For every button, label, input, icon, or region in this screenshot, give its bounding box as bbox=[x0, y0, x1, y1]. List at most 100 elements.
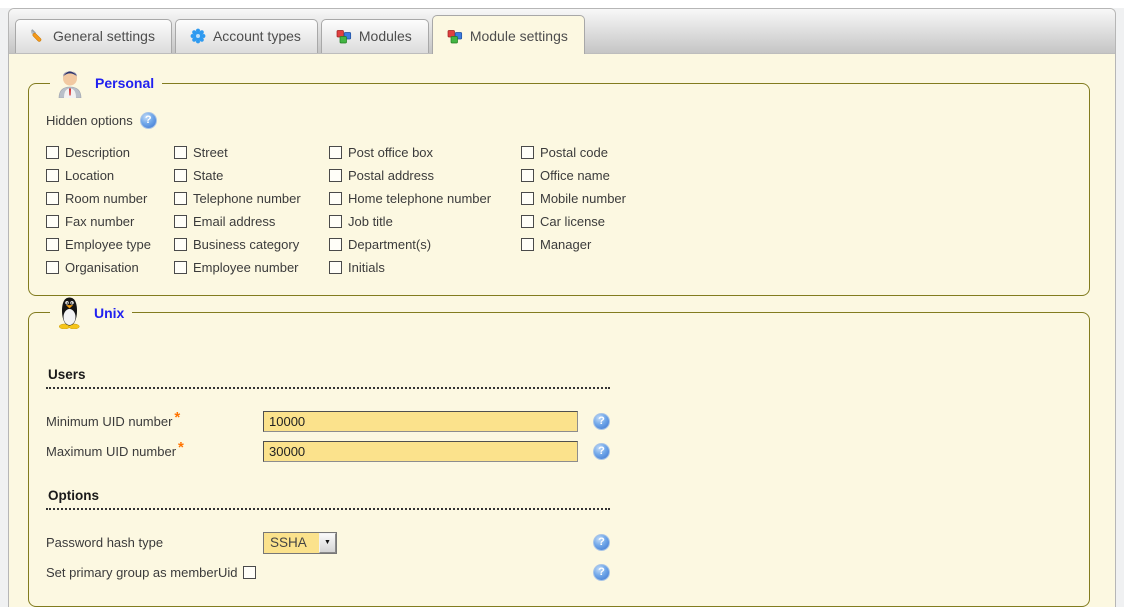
tab-label: Account types bbox=[213, 28, 301, 44]
hidden-option-checkbox[interactable] bbox=[329, 215, 342, 228]
hidden-option-label: Job title bbox=[348, 214, 393, 229]
hidden-option-checkbox[interactable] bbox=[329, 192, 342, 205]
hidden-option-checkbox[interactable] bbox=[174, 146, 187, 159]
tab-module-settings[interactable]: Module settings bbox=[432, 15, 585, 54]
hidden-option-checkbox[interactable] bbox=[174, 238, 187, 251]
required-asterisk: * bbox=[178, 439, 184, 456]
field-label: Minimum UID number* bbox=[46, 413, 263, 430]
hidden-option-checkbox[interactable] bbox=[46, 215, 59, 228]
hidden-option-checkbox[interactable] bbox=[521, 146, 534, 159]
tab-general-settings[interactable]: General settings bbox=[15, 19, 172, 53]
hidden-option-checkbox[interactable] bbox=[521, 192, 534, 205]
unix-legend: Unix bbox=[50, 296, 132, 329]
hidden-option-checkbox[interactable] bbox=[46, 146, 59, 159]
hidden-option-room-number: Room number bbox=[46, 187, 174, 210]
hidden-option-checkbox[interactable] bbox=[521, 215, 534, 228]
hidden-option-initials: Initials bbox=[329, 256, 521, 279]
field-label: Maximum UID number* bbox=[46, 443, 263, 460]
hidden-option-label: Description bbox=[65, 145, 130, 160]
hidden-option-checkbox[interactable] bbox=[329, 261, 342, 274]
tab-label: Modules bbox=[359, 28, 412, 44]
hidden-option-label: State bbox=[193, 168, 223, 183]
hidden-option-state: State bbox=[174, 164, 329, 187]
hidden-option-label: Location bbox=[65, 168, 114, 183]
hidden-option-street: Street bbox=[174, 141, 329, 164]
hidden-option-label: Organisation bbox=[65, 260, 139, 275]
hidden-option-label: Postal code bbox=[540, 145, 608, 160]
chevron-down-icon[interactable]: ▼ bbox=[319, 533, 336, 553]
module-settings-content: Personal Hidden options ? Description Str… bbox=[9, 54, 1115, 607]
help-icon[interactable]: ? bbox=[140, 112, 157, 129]
hidden-option-department-s-: Department(s) bbox=[329, 233, 521, 256]
hidden-option-label: Manager bbox=[540, 237, 591, 252]
minimum-uid-input[interactable] bbox=[263, 411, 578, 432]
tab-account-types[interactable]: Account types bbox=[175, 19, 318, 53]
hidden-option-checkbox[interactable] bbox=[329, 238, 342, 251]
hidden-option-home-telephone-number: Home telephone number bbox=[329, 187, 521, 210]
hidden-option-checkbox[interactable] bbox=[174, 261, 187, 274]
hidden-option-label: Room number bbox=[65, 191, 147, 206]
hidden-options-row: Hidden options ? bbox=[46, 112, 1079, 129]
personal-title: Personal bbox=[95, 75, 154, 91]
hidden-option-label: Initials bbox=[348, 260, 385, 275]
hidden-option-post-office-box: Post office box bbox=[329, 141, 521, 164]
member-uid-checkbox[interactable] bbox=[243, 566, 256, 579]
person-icon bbox=[56, 68, 84, 98]
options-heading: Options bbox=[46, 488, 610, 510]
tab-label: General settings bbox=[53, 28, 155, 44]
uid-field-row: Minimum UID number*? bbox=[46, 409, 610, 434]
maximum-uid-input[interactable] bbox=[263, 441, 578, 462]
hidden-option-checkbox[interactable] bbox=[174, 215, 187, 228]
hidden-option-postal-address: Postal address bbox=[329, 164, 521, 187]
member-uid-row: Set primary group as memberUid ? bbox=[46, 560, 610, 585]
hidden-option-mobile-number: Mobile number bbox=[521, 187, 681, 210]
hidden-option-manager: Manager bbox=[521, 233, 681, 256]
uid-fields: Minimum UID number*? Maximum UID number*? bbox=[46, 409, 1079, 464]
hidden-option-checkbox[interactable] bbox=[46, 192, 59, 205]
wrench-icon bbox=[30, 28, 46, 44]
hidden-option-label: Email address bbox=[193, 214, 275, 229]
hidden-option-checkbox[interactable] bbox=[521, 238, 534, 251]
tab-label: Module settings bbox=[470, 28, 568, 44]
hidden-option-checkbox[interactable] bbox=[521, 169, 534, 182]
hidden-option-office-name: Office name bbox=[521, 164, 681, 187]
hidden-option-label: Post office box bbox=[348, 145, 433, 160]
hidden-options-grid: Description Street Post office box Postal c… bbox=[46, 141, 746, 279]
hidden-option-postal-code: Postal code bbox=[521, 141, 681, 164]
gear-icon bbox=[190, 28, 206, 44]
hidden-option-email-address: Email address bbox=[174, 210, 329, 233]
hidden-option-employee-number: Employee number bbox=[174, 256, 329, 279]
modules-icon bbox=[336, 28, 352, 44]
tux-icon bbox=[56, 296, 83, 329]
password-hash-value: SSHA bbox=[264, 533, 319, 553]
hidden-option-label: Home telephone number bbox=[348, 191, 491, 206]
hidden-option-label: Fax number bbox=[65, 214, 134, 229]
hidden-option-checkbox[interactable] bbox=[46, 238, 59, 251]
help-icon[interactable]: ? bbox=[593, 443, 610, 460]
hidden-option-label: Employee type bbox=[65, 237, 151, 252]
help-icon[interactable]: ? bbox=[593, 564, 610, 581]
hidden-option-checkbox[interactable] bbox=[329, 146, 342, 159]
personal-section: Personal Hidden options ? Description Str… bbox=[28, 68, 1090, 296]
hidden-option-checkbox[interactable] bbox=[46, 261, 59, 274]
hidden-option-location: Location bbox=[46, 164, 174, 187]
hidden-option-checkbox[interactable] bbox=[329, 169, 342, 182]
hidden-option-car-license: Car license bbox=[521, 210, 681, 233]
password-hash-select[interactable]: SSHA ▼ bbox=[263, 532, 337, 554]
tab-bar: General settings Account types bbox=[9, 9, 1115, 54]
hidden-option-business-category: Business category bbox=[174, 233, 329, 256]
hidden-option-label: Street bbox=[193, 145, 228, 160]
hidden-option-checkbox[interactable] bbox=[46, 169, 59, 182]
hidden-option-organisation: Organisation bbox=[46, 256, 174, 279]
hidden-option-checkbox[interactable] bbox=[174, 192, 187, 205]
hidden-option-label: Employee number bbox=[193, 260, 299, 275]
help-icon[interactable]: ? bbox=[593, 413, 610, 430]
modules-icon bbox=[447, 28, 463, 44]
hidden-option-checkbox[interactable] bbox=[174, 169, 187, 182]
hidden-option-label: Car license bbox=[540, 214, 605, 229]
hidden-option-fax-number: Fax number bbox=[46, 210, 174, 233]
hidden-option-label: Business category bbox=[193, 237, 299, 252]
help-icon[interactable]: ? bbox=[593, 534, 610, 551]
hidden-option-label: Office name bbox=[540, 168, 610, 183]
tab-modules[interactable]: Modules bbox=[321, 19, 429, 53]
